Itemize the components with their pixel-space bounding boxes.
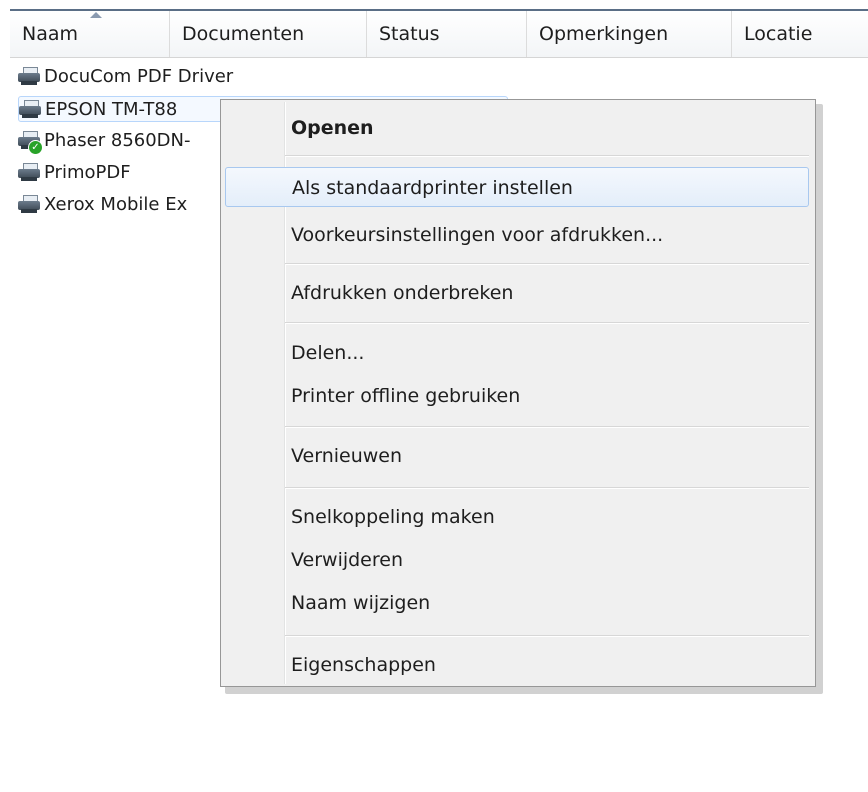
column-header-status[interactable]: Status <box>367 11 527 57</box>
menu-item-delete[interactable]: Verwijderen <box>225 540 809 580</box>
context-menu: Openen Als standaardprinter instellen Vo… <box>220 99 816 687</box>
printer-icon <box>18 67 42 87</box>
menu-item-preferences[interactable]: Voorkeursinstellingen voor afdrukken... <box>225 215 809 255</box>
menu-separator <box>285 322 809 324</box>
printer-name: Xerox Mobile Ex <box>44 194 188 215</box>
menu-item-label: Eigenschappen <box>291 654 436 676</box>
printers-window: Naam Documenten Status Opmerkingen Locat… <box>0 0 868 792</box>
menu-item-label: Openen <box>291 117 374 139</box>
menu-item-share[interactable]: Delen... <box>225 333 809 373</box>
column-header-bar: Naam Documenten Status Opmerkingen Locat… <box>10 11 868 58</box>
menu-item-label: Snelkoppeling maken <box>291 506 495 528</box>
menu-item-create-shortcut[interactable]: Snelkoppeling maken <box>225 497 809 537</box>
printer-name: PrimoPDF <box>44 162 131 183</box>
printer-name: EPSON TM-T88 <box>45 99 178 120</box>
menu-separator <box>285 155 809 157</box>
menu-separator <box>285 635 809 637</box>
printer-icon <box>18 163 42 183</box>
menu-item-label: Vernieuwen <box>291 445 403 467</box>
printer-icon: ✓ <box>18 131 43 155</box>
menu-item-open[interactable]: Openen <box>225 108 809 148</box>
menu-item-label: Voorkeursinstellingen voor afdrukken... <box>291 224 664 246</box>
column-header-label: Locatie <box>744 23 813 45</box>
menu-item-refresh[interactable]: Vernieuwen <box>225 436 809 476</box>
printer-icon <box>18 195 42 215</box>
menu-item-label: Als standaardprinter instellen <box>292 177 573 199</box>
column-header-label: Opmerkingen <box>539 23 669 45</box>
menu-separator <box>285 487 809 489</box>
menu-item-pause[interactable]: Afdrukken onderbreken <box>225 273 809 313</box>
column-header-documenten[interactable]: Documenten <box>170 11 367 57</box>
menu-item-set-default[interactable]: Als standaardprinter instellen <box>225 167 809 207</box>
menu-item-label: Printer offline gebruiken <box>291 385 521 407</box>
menu-item-label: Afdrukken onderbreken <box>291 282 514 304</box>
menu-item-label: Delen... <box>291 342 365 364</box>
sort-ascending-icon <box>90 12 102 18</box>
column-header-label: Status <box>379 23 440 45</box>
column-header-naam[interactable]: Naam <box>10 11 170 57</box>
menu-separator <box>285 263 809 265</box>
printer-name: DocuCom PDF Driver <box>44 66 234 87</box>
column-header-label: Naam <box>22 23 79 45</box>
menu-item-label: Naam wijzigen <box>291 592 431 614</box>
column-header-opmerkingen[interactable]: Opmerkingen <box>527 11 732 57</box>
menu-separator <box>285 426 809 428</box>
menu-item-properties[interactable]: Eigenschappen <box>225 645 809 685</box>
column-header-label: Documenten <box>182 23 305 45</box>
menu-item-label: Verwijderen <box>291 549 403 571</box>
printer-name: Phaser 8560DN- <box>44 130 191 151</box>
menu-item-use-offline[interactable]: Printer offline gebruiken <box>225 376 809 416</box>
menu-item-rename[interactable]: Naam wijzigen <box>225 583 809 623</box>
column-header-locatie[interactable]: Locatie <box>732 11 868 57</box>
default-check-icon: ✓ <box>28 140 43 155</box>
list-item[interactable]: DocuCom PDF Driver <box>18 64 508 90</box>
printer-icon <box>19 100 43 120</box>
